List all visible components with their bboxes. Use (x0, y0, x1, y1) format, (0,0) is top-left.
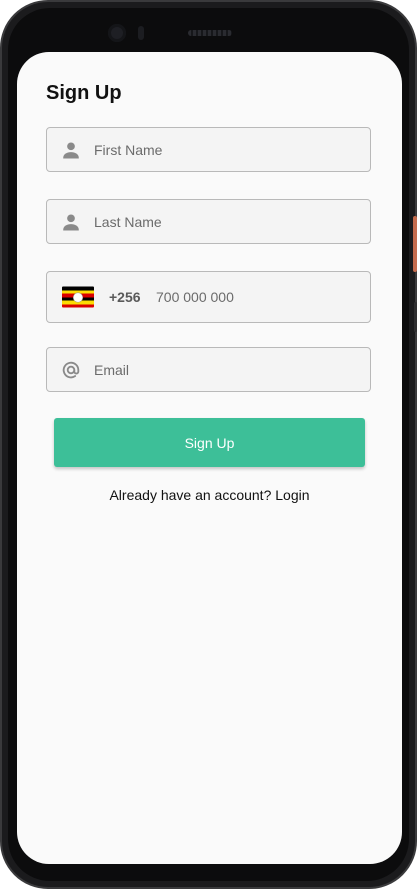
email-placeholder: Email (94, 361, 130, 378)
phone-placeholder: 700 000 000 (156, 289, 234, 305)
at-sign-icon (60, 359, 82, 381)
app-screen: Sign Up First Name Last Name +256 700 00… (17, 52, 402, 864)
email-field[interactable]: Email (46, 347, 371, 392)
last-name-field[interactable]: Last Name (46, 199, 371, 244)
page-title: Sign Up (46, 82, 122, 104)
phone-number-field[interactable]: +256 700 000 000 (46, 271, 371, 323)
login-link[interactable]: Already have an account? Login (17, 487, 402, 503)
first-name-field[interactable]: First Name (46, 127, 371, 172)
earpiece-speaker (188, 30, 232, 36)
front-camera-icon (108, 24, 126, 42)
phone-device-frame: Sign Up First Name Last Name +256 700 00… (0, 0, 417, 889)
country-dial-code[interactable]: +256 (109, 289, 141, 305)
uganda-flag-icon[interactable] (62, 286, 94, 308)
first-name-placeholder: First Name (94, 141, 163, 158)
person-icon (60, 139, 82, 161)
sign-up-button[interactable]: Sign Up (54, 418, 365, 467)
person-icon (60, 211, 82, 233)
last-name-placeholder: Last Name (94, 213, 162, 230)
proximity-sensor (138, 26, 144, 40)
volume-button (413, 216, 417, 272)
